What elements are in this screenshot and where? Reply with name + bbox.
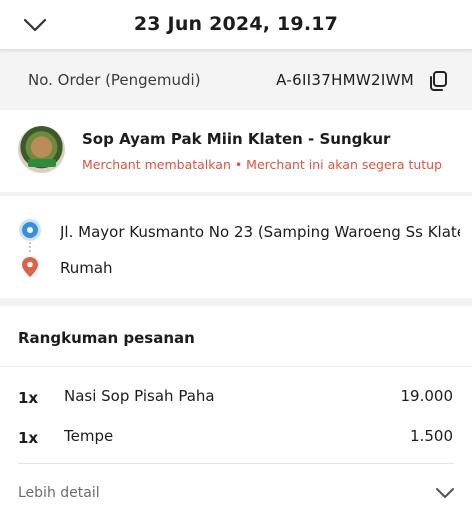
origin-pin-icon [22, 222, 38, 238]
route-divider [29, 242, 31, 254]
item-name: Tempe [64, 427, 114, 445]
pickup-address: Jl. Mayor Kusmanto No 23 (Samping Waroen… [60, 223, 460, 241]
merchant-card[interactable]: Sop Ayam Pak Miin Klaten - Sungkur Merch… [0, 110, 472, 192]
summary-title: Rangkuman pesanan [18, 329, 195, 347]
order-item: 1x Tempe 1.500 [0, 426, 472, 450]
item-quantity: 1x [18, 429, 39, 447]
item-quantity: 1x [18, 389, 39, 407]
copy-icon[interactable] [426, 69, 450, 93]
destination-pin-icon [22, 257, 38, 277]
item-name: Nasi Sop Pisah Paha [64, 387, 215, 405]
merchant-avatar-badge [28, 159, 56, 167]
chevron-down-icon[interactable] [434, 485, 456, 501]
more-detail-link[interactable]: Lebih detail [18, 485, 100, 501]
merchant-status: Merchant membatalkan • Merchant ini akan… [82, 157, 443, 172]
order-number-row: No. Order (Pengemudi) A-6II37HMW2IWM [0, 52, 472, 108]
address-card: Jl. Mayor Kusmanto No 23 (Samping Waroen… [0, 196, 472, 298]
item-price: 19.000 [400, 387, 454, 405]
item-price: 1.500 [410, 427, 453, 445]
order-summary: Rangkuman pesanan 1x Nasi Sop Pisah Paha… [0, 306, 472, 512]
detail-divider [18, 463, 454, 464]
order-number-value: A-6II37HMW2IWM [276, 71, 414, 89]
page-title: 23 Jun 2024, 19.17 [133, 13, 339, 35]
dropoff-address: Rumah [60, 259, 113, 277]
app-header: 23 Jun 2024, 19.17 [0, 0, 472, 50]
merchant-avatar [18, 126, 65, 173]
order-number-label: No. Order (Pengemudi) [28, 71, 201, 89]
merchant-name: Sop Ayam Pak Miin Klaten - Sungkur [82, 130, 391, 148]
order-item: 1x Nasi Sop Pisah Paha 19.000 [0, 386, 472, 410]
summary-divider [0, 366, 472, 367]
